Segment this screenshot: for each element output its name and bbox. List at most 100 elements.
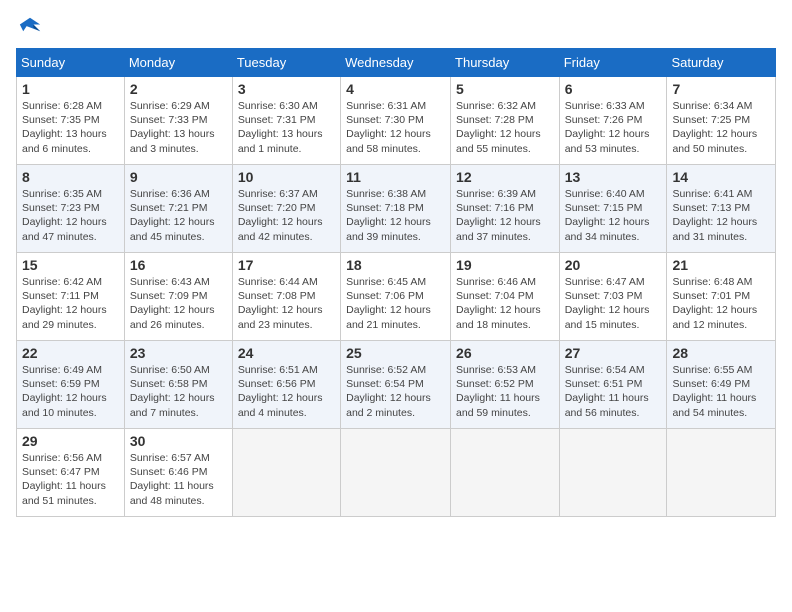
calendar-cell: 19Sunrise: 6:46 AMSunset: 7:04 PMDayligh… bbox=[451, 253, 560, 341]
day-number: 26 bbox=[456, 345, 554, 361]
calendar-cell: 21Sunrise: 6:48 AMSunset: 7:01 PMDayligh… bbox=[667, 253, 776, 341]
day-number: 21 bbox=[672, 257, 770, 273]
day-number: 9 bbox=[130, 169, 227, 185]
calendar-cell: 1 Sunrise: 6:28 AMSunset: 7:35 PMDaylight… bbox=[17, 77, 125, 165]
day-detail: Sunrise: 6:29 AMSunset: 7:33 PMDaylight:… bbox=[130, 99, 227, 156]
header bbox=[16, 16, 776, 38]
weekday-header: Friday bbox=[559, 49, 667, 77]
calendar-cell bbox=[451, 429, 560, 517]
day-detail: Sunrise: 6:28 AMSunset: 7:35 PMDaylight:… bbox=[22, 99, 119, 156]
day-detail: Sunrise: 6:45 AMSunset: 7:06 PMDaylight:… bbox=[346, 275, 445, 332]
day-number: 20 bbox=[565, 257, 662, 273]
day-number: 8 bbox=[22, 169, 119, 185]
day-number: 29 bbox=[22, 433, 119, 449]
calendar-cell: 16 Sunrise: 6:43 AMSunset: 7:09 PMDayligh… bbox=[124, 253, 232, 341]
calendar-cell: 7 Sunrise: 6:34 AMSunset: 7:25 PMDaylight… bbox=[667, 77, 776, 165]
day-detail: Sunrise: 6:57 AMSunset: 6:46 PMDaylight:… bbox=[130, 451, 227, 508]
day-number: 12 bbox=[456, 169, 554, 185]
day-number: 15 bbox=[22, 257, 119, 273]
day-number: 5 bbox=[456, 81, 554, 97]
calendar-table: SundayMondayTuesdayWednesdayThursdayFrid… bbox=[16, 48, 776, 517]
day-detail: Sunrise: 6:53 AMSunset: 6:52 PMDaylight:… bbox=[456, 363, 554, 420]
day-number: 22 bbox=[22, 345, 119, 361]
logo bbox=[16, 16, 48, 38]
day-detail: Sunrise: 6:49 AMSunset: 6:59 PMDaylight:… bbox=[22, 363, 119, 420]
day-detail: Sunrise: 6:36 AMSunset: 7:21 PMDaylight:… bbox=[130, 187, 227, 244]
day-number: 6 bbox=[565, 81, 662, 97]
calendar-cell: 14 Sunrise: 6:41 AMSunset: 7:13 PMDayligh… bbox=[667, 165, 776, 253]
day-detail: Sunrise: 6:56 AMSunset: 6:47 PMDaylight:… bbox=[22, 451, 119, 508]
calendar-cell: 17 Sunrise: 6:44 AMSunset: 7:08 PMDayligh… bbox=[232, 253, 340, 341]
day-detail: Sunrise: 6:33 AMSunset: 7:26 PMDaylight:… bbox=[565, 99, 662, 156]
calendar-cell: 12 Sunrise: 6:39 AMSunset: 7:16 PMDayligh… bbox=[451, 165, 560, 253]
calendar-cell: 18Sunrise: 6:45 AMSunset: 7:06 PMDayligh… bbox=[341, 253, 451, 341]
day-number: 1 bbox=[22, 81, 119, 97]
calendar-cell: 23 Sunrise: 6:50 AMSunset: 6:58 PMDayligh… bbox=[124, 341, 232, 429]
calendar-cell: 27 Sunrise: 6:54 AMSunset: 6:51 PMDayligh… bbox=[559, 341, 667, 429]
day-detail: Sunrise: 6:34 AMSunset: 7:25 PMDaylight:… bbox=[672, 99, 770, 156]
day-detail: Sunrise: 6:39 AMSunset: 7:16 PMDaylight:… bbox=[456, 187, 554, 244]
calendar-week-row: 22 Sunrise: 6:49 AMSunset: 6:59 PMDayligh… bbox=[17, 341, 776, 429]
weekday-header: Monday bbox=[124, 49, 232, 77]
calendar-cell: 15 Sunrise: 6:42 AMSunset: 7:11 PMDayligh… bbox=[17, 253, 125, 341]
day-detail: Sunrise: 6:47 AMSunset: 7:03 PMDaylight:… bbox=[565, 275, 662, 332]
calendar-cell: 22 Sunrise: 6:49 AMSunset: 6:59 PMDayligh… bbox=[17, 341, 125, 429]
calendar-cell: 3Sunrise: 6:30 AMSunset: 7:31 PMDaylight… bbox=[232, 77, 340, 165]
day-number: 17 bbox=[238, 257, 335, 273]
calendar-cell: 6 Sunrise: 6:33 AMSunset: 7:26 PMDaylight… bbox=[559, 77, 667, 165]
calendar-cell bbox=[667, 429, 776, 517]
day-number: 23 bbox=[130, 345, 227, 361]
calendar-cell bbox=[232, 429, 340, 517]
day-number: 30 bbox=[130, 433, 227, 449]
day-detail: Sunrise: 6:37 AMSunset: 7:20 PMDaylight:… bbox=[238, 187, 335, 244]
day-detail: Sunrise: 6:43 AMSunset: 7:09 PMDaylight:… bbox=[130, 275, 227, 332]
weekday-header: Sunday bbox=[17, 49, 125, 77]
calendar-week-row: 8 Sunrise: 6:35 AMSunset: 7:23 PMDaylight… bbox=[17, 165, 776, 253]
day-number: 2 bbox=[130, 81, 227, 97]
day-detail: Sunrise: 6:41 AMSunset: 7:13 PMDaylight:… bbox=[672, 187, 770, 244]
day-detail: Sunrise: 6:42 AMSunset: 7:11 PMDaylight:… bbox=[22, 275, 119, 332]
calendar-cell: 25 Sunrise: 6:52 AMSunset: 6:54 PMDayligh… bbox=[341, 341, 451, 429]
calendar-cell: 5 Sunrise: 6:32 AMSunset: 7:28 PMDaylight… bbox=[451, 77, 560, 165]
day-number: 13 bbox=[565, 169, 662, 185]
day-detail: Sunrise: 6:32 AMSunset: 7:28 PMDaylight:… bbox=[456, 99, 554, 156]
day-number: 28 bbox=[672, 345, 770, 361]
calendar-cell: 26 Sunrise: 6:53 AMSunset: 6:52 PMDayligh… bbox=[451, 341, 560, 429]
day-number: 4 bbox=[346, 81, 445, 97]
calendar-cell: 24Sunrise: 6:51 AMSunset: 6:56 PMDayligh… bbox=[232, 341, 340, 429]
day-detail: Sunrise: 6:31 AMSunset: 7:30 PMDaylight:… bbox=[346, 99, 445, 156]
calendar-body: 1 Sunrise: 6:28 AMSunset: 7:35 PMDaylight… bbox=[17, 77, 776, 517]
day-number: 10 bbox=[238, 169, 335, 185]
day-number: 7 bbox=[672, 81, 770, 97]
day-detail: Sunrise: 6:46 AMSunset: 7:04 PMDaylight:… bbox=[456, 275, 554, 332]
day-detail: Sunrise: 6:54 AMSunset: 6:51 PMDaylight:… bbox=[565, 363, 662, 420]
day-number: 14 bbox=[672, 169, 770, 185]
day-detail: Sunrise: 6:50 AMSunset: 6:58 PMDaylight:… bbox=[130, 363, 227, 420]
day-number: 16 bbox=[130, 257, 227, 273]
calendar-cell: 28 Sunrise: 6:55 AMSunset: 6:49 PMDayligh… bbox=[667, 341, 776, 429]
day-detail: Sunrise: 6:55 AMSunset: 6:49 PMDaylight:… bbox=[672, 363, 770, 420]
calendar-cell: 30 Sunrise: 6:57 AMSunset: 6:46 PMDayligh… bbox=[124, 429, 232, 517]
calendar-cell bbox=[559, 429, 667, 517]
calendar-cell: 11Sunrise: 6:38 AMSunset: 7:18 PMDayligh… bbox=[341, 165, 451, 253]
logo-icon bbox=[16, 16, 44, 38]
calendar-cell: 9 Sunrise: 6:36 AMSunset: 7:21 PMDaylight… bbox=[124, 165, 232, 253]
day-number: 27 bbox=[565, 345, 662, 361]
day-detail: Sunrise: 6:52 AMSunset: 6:54 PMDaylight:… bbox=[346, 363, 445, 420]
weekday-header: Saturday bbox=[667, 49, 776, 77]
weekday-header: Tuesday bbox=[232, 49, 340, 77]
day-number: 11 bbox=[346, 169, 445, 185]
calendar-week-row: 1 Sunrise: 6:28 AMSunset: 7:35 PMDaylight… bbox=[17, 77, 776, 165]
calendar-cell: 2 Sunrise: 6:29 AMSunset: 7:33 PMDaylight… bbox=[124, 77, 232, 165]
day-detail: Sunrise: 6:51 AMSunset: 6:56 PMDaylight:… bbox=[238, 363, 335, 420]
day-number: 25 bbox=[346, 345, 445, 361]
day-detail: Sunrise: 6:35 AMSunset: 7:23 PMDaylight:… bbox=[22, 187, 119, 244]
calendar-week-row: 15 Sunrise: 6:42 AMSunset: 7:11 PMDayligh… bbox=[17, 253, 776, 341]
day-detail: Sunrise: 6:44 AMSunset: 7:08 PMDaylight:… bbox=[238, 275, 335, 332]
weekday-header: Wednesday bbox=[341, 49, 451, 77]
calendar-cell: 10 Sunrise: 6:37 AMSunset: 7:20 PMDayligh… bbox=[232, 165, 340, 253]
day-detail: Sunrise: 6:40 AMSunset: 7:15 PMDaylight:… bbox=[565, 187, 662, 244]
calendar-cell: 13 Sunrise: 6:40 AMSunset: 7:15 PMDayligh… bbox=[559, 165, 667, 253]
day-number: 3 bbox=[238, 81, 335, 97]
calendar-cell bbox=[341, 429, 451, 517]
